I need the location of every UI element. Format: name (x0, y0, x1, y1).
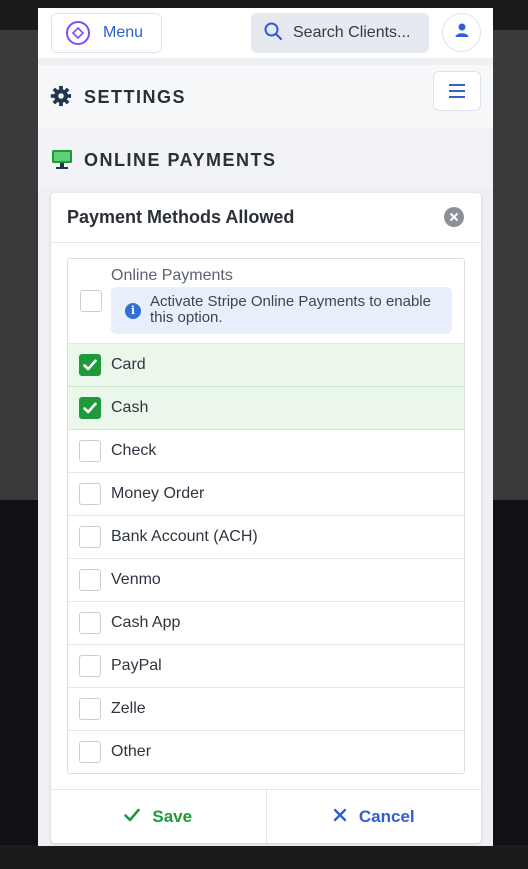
search-icon (263, 21, 283, 46)
monitor-icon (51, 148, 73, 175)
stripe-info-notice: i Activate Stripe Online Payments to ena… (111, 287, 452, 334)
payment-method-row[interactable]: PayPal (68, 645, 464, 688)
online-payments-title: ONLINE PAYMENTS (84, 150, 277, 170)
payment-method-label: Venmo (111, 571, 161, 588)
menu-button[interactable]: Menu (51, 13, 162, 53)
dialog-header: Payment Methods Allowed (51, 193, 481, 243)
payment-method-label: Money Order (111, 485, 205, 502)
payment-method-checkbox[interactable] (79, 440, 101, 462)
payment-methods-dialog: Payment Methods Allowed Online Payments … (51, 193, 481, 843)
gear-icon (50, 85, 72, 112)
online-payments-checkbox[interactable] (80, 290, 102, 312)
payment-method-label: Check (111, 442, 157, 459)
user-avatar-button[interactable] (442, 13, 481, 52)
payment-method-row[interactable]: Other (68, 731, 464, 773)
payment-method-row[interactable]: Card (68, 344, 464, 387)
save-button[interactable]: Save (51, 790, 267, 843)
hamburger-menu-button[interactable] (433, 71, 481, 111)
checkmark-icon (83, 359, 97, 371)
payment-method-checkbox[interactable] (79, 397, 101, 419)
payment-methods-list: Online Payments i Activate Stripe Online… (67, 258, 465, 774)
payment-method-row[interactable]: Cash (68, 387, 464, 430)
payment-method-checkbox[interactable] (79, 741, 101, 763)
payment-method-checkbox[interactable] (79, 655, 101, 677)
hamburger-icon-line (449, 90, 465, 92)
stripe-info-text: Activate Stripe Online Payments to enabl… (150, 293, 431, 326)
payment-method-row[interactable]: Check (68, 430, 464, 473)
payment-method-checkbox[interactable] (79, 483, 101, 505)
settings-header: SETTINGS (38, 65, 493, 128)
payment-method-label: Cash App (111, 614, 181, 631)
search-box[interactable]: Search Clients... (251, 13, 429, 53)
user-icon (454, 22, 470, 43)
hamburger-icon-line (449, 84, 465, 86)
payment-method-label: Bank Account (ACH) (111, 528, 258, 545)
online-payments-header: ONLINE PAYMENTS (38, 128, 493, 188)
payment-method-row[interactable]: Zelle (68, 688, 464, 731)
payment-method-checkbox[interactable] (79, 612, 101, 634)
settings-title: SETTINGS (84, 87, 187, 107)
search-placeholder: Search Clients... (293, 24, 411, 41)
payment-method-label: Cash (111, 399, 149, 416)
hamburger-icon-line (449, 96, 465, 98)
checkmark-icon (83, 402, 97, 414)
dialog-title: Payment Methods Allowed (67, 207, 295, 227)
payment-method-label: Other (111, 743, 152, 760)
menu-label: Menu (103, 24, 144, 41)
x-icon (333, 806, 347, 827)
online-payments-label: Online Payments (111, 267, 233, 284)
payment-method-row[interactable]: Cash App (68, 602, 464, 645)
payment-method-checkbox[interactable] (79, 354, 101, 376)
close-icon (449, 212, 459, 222)
payment-method-label: PayPal (111, 657, 162, 674)
payment-method-label: Card (111, 356, 146, 373)
info-icon: i (125, 303, 141, 319)
cancel-button[interactable]: Cancel (267, 790, 482, 843)
save-label: Save (152, 806, 193, 826)
payment-method-row[interactable]: Bank Account (ACH) (68, 516, 464, 559)
top-bar: Menu Search Clients... (38, 8, 493, 58)
payment-method-checkbox[interactable] (79, 569, 101, 591)
close-button[interactable] (444, 207, 464, 227)
dialog-footer: Save Cancel (51, 789, 481, 843)
payment-method-label: Zelle (111, 700, 146, 717)
app-window: Menu Search Clients... SETTINGS ONLINE P… (38, 8, 493, 846)
payment-method-checkbox[interactable] (79, 526, 101, 548)
menu-logo-icon (66, 21, 90, 45)
background-bottom-strip (0, 845, 528, 869)
payment-method-row[interactable]: Money Order (68, 473, 464, 516)
online-payments-row: Online Payments i Activate Stripe Online… (68, 259, 464, 344)
cancel-label: Cancel (358, 806, 415, 826)
payment-method-row[interactable]: Venmo (68, 559, 464, 602)
check-icon (124, 806, 141, 827)
methods-container: Card Cash Check Money Order Bank Account (AC… (68, 344, 464, 773)
payment-method-checkbox[interactable] (79, 698, 101, 720)
